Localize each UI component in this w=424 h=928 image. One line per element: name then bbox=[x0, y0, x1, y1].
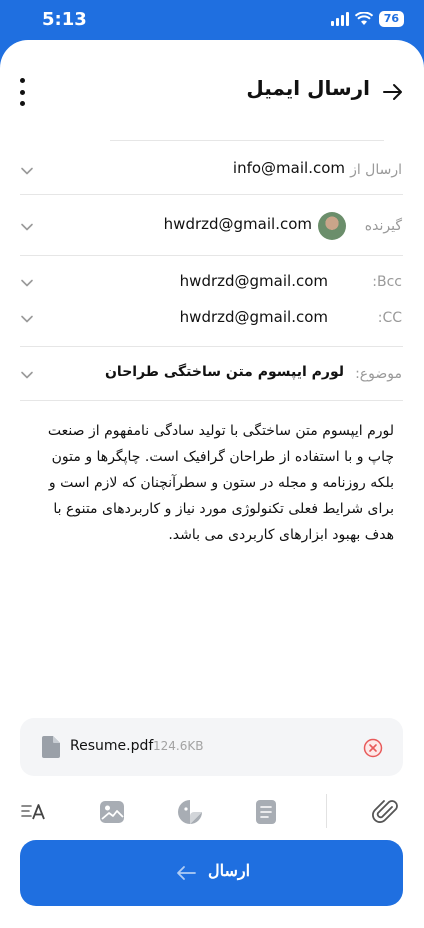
bcc-value: hwdrzd@gmail.com bbox=[179, 272, 328, 290]
status-time: 5:13 bbox=[42, 9, 87, 30]
send-button[interactable]: ارسال bbox=[20, 840, 403, 906]
paperclip-icon[interactable] bbox=[372, 798, 400, 826]
battery-indicator: 76 bbox=[378, 11, 404, 27]
chevron-down-icon[interactable] bbox=[20, 312, 34, 326]
cc-label: CC: bbox=[377, 310, 402, 326]
send-label: ارسال bbox=[208, 863, 251, 880]
remove-attachment-icon[interactable] bbox=[363, 738, 383, 758]
cc-value: hwdrzd@gmail.com bbox=[179, 308, 328, 326]
attachment-name: Resume.pdf bbox=[70, 738, 154, 754]
recipient-avatar bbox=[318, 212, 346, 240]
signal-icon bbox=[330, 12, 349, 26]
divider bbox=[20, 400, 403, 401]
attachment-card[interactable]: Resume.pdf 124.6KB bbox=[20, 718, 403, 776]
subject-row[interactable]: موضوع: لورم ایپسوم متن ساختگی طراحان bbox=[0, 358, 424, 392]
text-format-icon[interactable] bbox=[20, 798, 48, 826]
divider bbox=[20, 255, 403, 256]
from-label: ارسال از bbox=[350, 162, 402, 178]
compose-toolbar bbox=[0, 792, 424, 832]
chevron-down-icon[interactable] bbox=[20, 164, 34, 178]
chevron-down-icon[interactable] bbox=[20, 276, 34, 290]
to-label: گیرنده bbox=[364, 218, 402, 234]
cc-row[interactable]: CC: hwdrzd@gmail.com bbox=[0, 304, 424, 336]
status-bar: 5:13 76 bbox=[0, 0, 424, 40]
page-title: ارسال ایمیل bbox=[246, 76, 370, 100]
bcc-row[interactable]: Bcc: hwdrzd@gmail.com bbox=[0, 268, 424, 300]
subject-label: موضوع: bbox=[355, 366, 402, 382]
chevron-down-icon[interactable] bbox=[20, 220, 34, 234]
document-icon[interactable] bbox=[252, 798, 280, 826]
attachment-size: 124.6KB bbox=[153, 739, 204, 753]
compose-sheet: ارسال ایمیل ارسال از info@mail.com گیرند… bbox=[0, 40, 424, 928]
to-row[interactable]: گیرنده hwdrzd@gmail.com bbox=[0, 204, 424, 248]
divider bbox=[110, 140, 384, 141]
to-value: hwdrzd@gmail.com bbox=[163, 215, 312, 233]
image-icon[interactable] bbox=[98, 798, 126, 826]
divider bbox=[20, 346, 403, 347]
sticker-icon[interactable] bbox=[176, 798, 204, 826]
message-body[interactable]: لورم ایپسوم متن ساختگی با تولید سادگی نا… bbox=[28, 418, 394, 548]
divider bbox=[20, 194, 403, 195]
back-arrow-icon[interactable] bbox=[380, 80, 404, 104]
more-options-icon[interactable] bbox=[16, 78, 28, 106]
from-value: info@mail.com bbox=[232, 159, 345, 177]
send-arrow-icon bbox=[177, 866, 196, 880]
wifi-icon bbox=[354, 12, 373, 25]
status-icons: 76 bbox=[330, 11, 404, 27]
chevron-down-icon[interactable] bbox=[20, 368, 34, 382]
bcc-label: Bcc: bbox=[372, 274, 402, 290]
subject-value[interactable]: لورم ایپسوم متن ساختگی طراحان bbox=[105, 364, 344, 380]
header: ارسال ایمیل bbox=[0, 76, 424, 116]
file-icon bbox=[42, 736, 60, 758]
toolbar-divider bbox=[326, 794, 327, 828]
from-row[interactable]: ارسال از info@mail.com bbox=[0, 150, 424, 194]
